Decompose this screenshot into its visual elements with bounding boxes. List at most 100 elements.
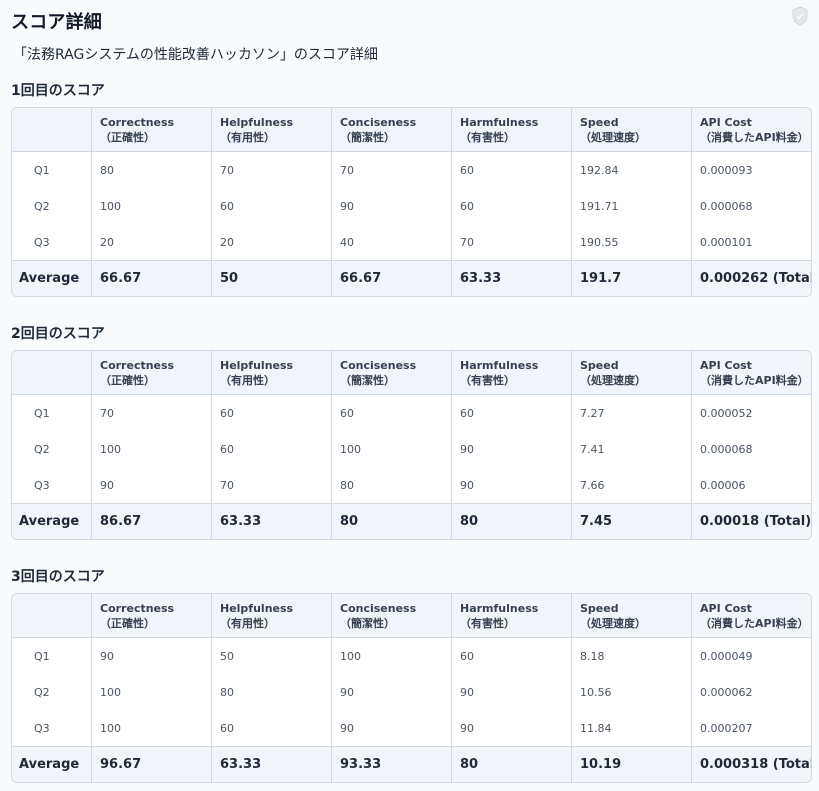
average-cell: 50	[212, 260, 332, 296]
score-cell: 40	[332, 224, 452, 260]
column-header: Harmfulness （有害性）	[452, 351, 572, 395]
column-header-name: API Cost	[700, 358, 752, 372]
score-cell: 90	[332, 188, 452, 224]
average-cell: 93.33	[332, 746, 452, 782]
question-label: Q3	[12, 710, 92, 746]
column-header-name: Helpfulness	[220, 601, 294, 615]
score-cell: 70	[332, 152, 452, 188]
header-row: Correctness （正確性） Helpfulness （有用性） Concisen…	[12, 108, 811, 152]
score-cell: 80	[332, 467, 452, 503]
column-header: Harmfulness （有害性）	[452, 594, 572, 638]
round-2-score-table: Correctness （正確性） Helpfulness （有用性） Concisen…	[11, 350, 812, 540]
header-corner-cell	[12, 108, 92, 152]
score-cell: 0.000052	[692, 395, 811, 431]
score-cell: 70	[212, 152, 332, 188]
score-cell: 0.000101	[692, 224, 811, 260]
column-header-subtitle: （有用性）	[220, 373, 275, 387]
score-cell: 60	[212, 395, 332, 431]
score-cell: 90	[332, 674, 452, 710]
average-cell: 63.33	[212, 746, 332, 782]
round-1-score-table: Correctness （正確性） Helpfulness （有用性） Concisen…	[11, 107, 812, 297]
column-header: API Cost （消費したAPI料金）	[692, 108, 811, 152]
table-row: Q3 20 20 40 70 190.55 0.000101	[12, 224, 811, 260]
column-header-subtitle: （正確性）	[100, 373, 155, 387]
average-cell: 0.000318 (Total)	[692, 746, 811, 782]
score-cell: 90	[92, 467, 212, 503]
column-header: Correctness （正確性）	[92, 108, 212, 152]
score-cell: 60	[452, 188, 572, 224]
average-cell: 80	[452, 746, 572, 782]
average-cell: 66.67	[92, 260, 212, 296]
column-header-subtitle: （正確性）	[100, 616, 155, 630]
header-row: Correctness （正確性） Helpfulness （有用性） Concisen…	[12, 351, 811, 395]
score-cell: 70	[212, 467, 332, 503]
column-header-subtitle: （消費したAPI料金）	[700, 130, 809, 144]
score-cell: 11.84	[572, 710, 692, 746]
score-cell: 90	[452, 431, 572, 467]
score-cell: 70	[92, 395, 212, 431]
column-header-subtitle: （消費したAPI料金）	[700, 373, 809, 387]
average-label: Average	[12, 260, 92, 296]
question-label: Q3	[12, 467, 92, 503]
table-row: Q2 100 80 90 90 10.56 0.000062	[12, 674, 811, 710]
question-label: Q2	[12, 188, 92, 224]
score-cell: 60	[212, 188, 332, 224]
column-header-name: Harmfulness	[460, 115, 539, 129]
column-header: Speed （処理速度）	[572, 108, 692, 152]
column-header: API Cost （消費したAPI料金）	[692, 351, 811, 395]
score-cell: 191.71	[572, 188, 692, 224]
column-header-subtitle: （有害性）	[460, 130, 515, 144]
score-cell: 60	[452, 638, 572, 674]
score-cell: 50	[212, 638, 332, 674]
column-header-subtitle: （簡潔性）	[340, 616, 395, 630]
average-cell: 66.67	[332, 260, 452, 296]
column-header: Conciseness （簡潔性）	[332, 594, 452, 638]
column-header-name: Correctness	[100, 358, 175, 372]
score-cell: 90	[92, 638, 212, 674]
score-cell: 8.18	[572, 638, 692, 674]
column-header: Helpfulness （有用性）	[212, 108, 332, 152]
score-cell: 90	[452, 710, 572, 746]
page-subtitle: 「法務RAGシステムの性能改善ハッカソン」のスコア詳細	[13, 47, 378, 63]
score-cell: 20	[92, 224, 212, 260]
question-label: Q1	[12, 395, 92, 431]
score-cell: 100	[332, 638, 452, 674]
shield-icon	[792, 6, 808, 26]
average-cell: 86.67	[92, 503, 212, 539]
column-header-name: Speed	[580, 358, 619, 372]
column-header-name: Conciseness	[340, 358, 417, 372]
column-header: API Cost （消費したAPI料金）	[692, 594, 811, 638]
question-label: Q2	[12, 674, 92, 710]
column-header-subtitle: （有用性）	[220, 130, 275, 144]
column-header-name: Speed	[580, 601, 619, 615]
average-cell: 10.19	[572, 746, 692, 782]
question-label: Q1	[12, 638, 92, 674]
column-header: Speed （処理速度）	[572, 351, 692, 395]
question-label: Q3	[12, 224, 92, 260]
average-row: Average 96.67 63.33 93.33 80 10.19 0.000318 (T…	[12, 746, 811, 782]
column-header-subtitle: （簡潔性）	[340, 373, 395, 387]
column-header-name: Helpfulness	[220, 115, 294, 129]
score-cell: 0.000049	[692, 638, 811, 674]
column-header: Correctness （正確性）	[92, 594, 212, 638]
column-header: Helpfulness （有用性）	[212, 351, 332, 395]
score-cell: 60	[332, 395, 452, 431]
score-cell: 10.56	[572, 674, 692, 710]
table-row: Q2 100 60 100 90 7.41 0.000068	[12, 431, 811, 467]
score-cell: 0.000068	[692, 188, 811, 224]
score-cell: 192.84	[572, 152, 692, 188]
score-cell: 0.00006	[692, 467, 811, 503]
average-row: Average 66.67 50 66.67 63.33 191.7 0.000262 (T…	[12, 260, 811, 296]
score-cell: 7.27	[572, 395, 692, 431]
column-header-subtitle: （有害性）	[460, 616, 515, 630]
column-header-subtitle: （消費したAPI料金）	[700, 616, 809, 630]
score-cell: 60	[452, 152, 572, 188]
table-row: Q3 90 70 80 90 7.66 0.00006	[12, 467, 811, 503]
average-cell: 191.7	[572, 260, 692, 296]
score-cell: 0.000207	[692, 710, 811, 746]
column-header-name: Speed	[580, 115, 619, 129]
column-header-subtitle: （有用性）	[220, 616, 275, 630]
score-cell: 7.41	[572, 431, 692, 467]
score-cell: 0.000062	[692, 674, 811, 710]
column-header-name: Correctness	[100, 115, 175, 129]
